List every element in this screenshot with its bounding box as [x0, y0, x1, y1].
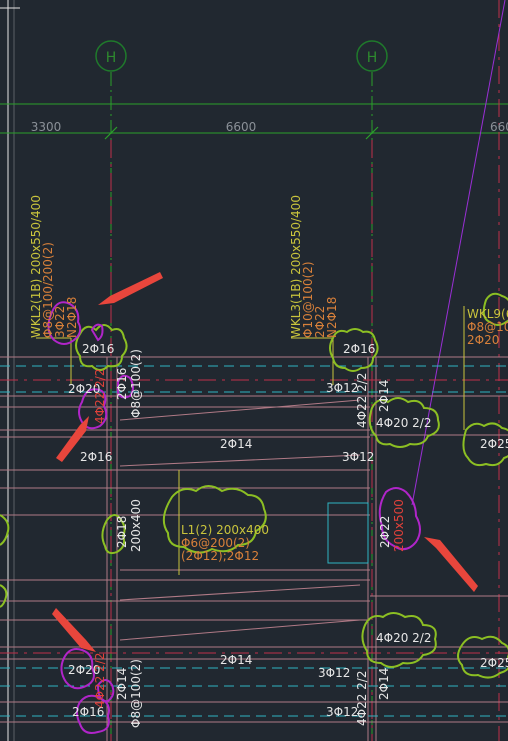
rebar-text: 200x500 — [392, 499, 406, 552]
rebar-text: (2Φ12);2Φ12 — [181, 549, 259, 563]
dimension-text: 3300 — [31, 120, 62, 134]
rebar-text: 2Φ22 — [378, 516, 392, 548]
rebar-text: 2Φ14 — [377, 380, 391, 412]
rebar-text: N2Φ18 — [65, 297, 79, 338]
rebar-text: 3Φ12 — [326, 381, 358, 395]
rebar-text: 2Φ25 — [480, 437, 508, 451]
rebar-text: 2Φ18 — [115, 516, 129, 548]
rebar-text: 3Φ12 — [342, 450, 374, 464]
rebar-text: Φ8@100(2) — [129, 659, 143, 728]
rebar-text: Φ8@100(2) — [129, 349, 143, 418]
rebar-text: 200x400 — [129, 499, 143, 552]
rebar-text: 2Φ16 — [82, 342, 114, 356]
rebar-text: 2Φ25 — [480, 656, 508, 670]
rebar-text: 2Φ14 — [115, 668, 129, 700]
rebar-text: 4Φ20 2/2 — [376, 416, 431, 430]
rebar-text: 4Φ22 2/2 — [93, 369, 107, 424]
rebar-text: 2Φ14 — [220, 653, 252, 667]
rebar-text: 2Φ16 — [115, 368, 129, 400]
rebar-text: 3Φ12 — [318, 666, 350, 680]
rebar-text: N2Φ18 — [325, 297, 339, 338]
rebar-text: 2Φ16 — [343, 342, 375, 356]
rebar-text: 4Φ22 2/2 — [355, 373, 369, 428]
rebar-text: 3Φ12 — [326, 705, 358, 719]
beam-id-text: WKL9(6) — [467, 307, 508, 321]
rebar-text: 4Φ22 2/2 — [93, 653, 107, 708]
beam-id-text: L1(2) 200x400 — [181, 523, 269, 537]
cad-drawing-canvas[interactable]: H H 3300 6600 660 — [0, 0, 508, 741]
dimension-text: 660 — [490, 120, 508, 134]
rebar-text: 2Φ16 — [80, 450, 112, 464]
svg-text:H: H — [367, 50, 378, 66]
rebar-text: 4Φ20 2/2 — [376, 631, 431, 645]
rebar-text: 4Φ22 2/2 — [355, 671, 369, 726]
rebar-text: 2Φ20 — [467, 333, 499, 347]
rebar-text: 2Φ14 — [377, 668, 391, 700]
rebar-text: 2Φ14 — [220, 437, 252, 451]
stirrup-text: Φ6@200(2) — [181, 536, 250, 550]
stirrup-text: Φ8@10 — [467, 320, 508, 334]
svg-text:H: H — [106, 50, 117, 66]
dimension-text: 6600 — [226, 120, 257, 134]
